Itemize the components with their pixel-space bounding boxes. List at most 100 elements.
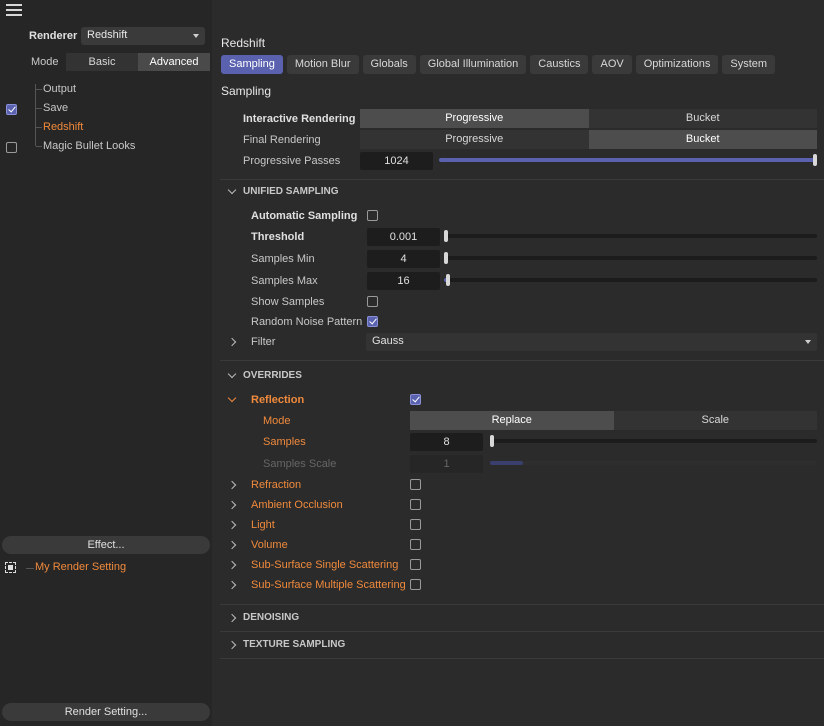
slider-handle[interactable] (446, 274, 450, 286)
final-progressive-button[interactable]: Progressive (360, 130, 589, 149)
volume-checkbox[interactable] (410, 539, 421, 550)
mode-basic-button[interactable]: Basic (66, 53, 138, 71)
texture-sampling-header[interactable]: TEXTURE SAMPLING (227, 639, 345, 650)
sss-multiple-checkbox[interactable] (410, 579, 421, 590)
reflection-checkbox[interactable] (410, 394, 421, 405)
tab-aov[interactable]: AOV (592, 55, 632, 74)
refraction-checkbox[interactable] (410, 479, 421, 490)
show-samples-checkbox[interactable] (367, 296, 378, 307)
mode-scale-button[interactable]: Scale (613, 411, 817, 430)
renderer-label: Renderer (29, 30, 78, 42)
reflection-mode-toggle: Replace Scale (410, 411, 817, 430)
progressive-passes-input[interactable]: 1024 (360, 152, 433, 170)
mode-replace-button[interactable]: Replace (410, 411, 614, 430)
tab-motion-blur[interactable]: Motion Blur (286, 55, 359, 74)
samples-min-row: Samples Min (251, 249, 315, 268)
ambient-occlusion-label: Ambient Occlusion (251, 498, 343, 511)
overrides-header[interactable]: OVERRIDES (227, 369, 302, 381)
ambient-occlusion-row[interactable]: Ambient Occlusion (227, 495, 343, 514)
slider-handle[interactable] (444, 252, 448, 264)
renderer-dropdown[interactable]: Redshift (81, 27, 205, 45)
filter-dropdown[interactable]: Gauss (366, 333, 817, 351)
samples-max-slider[interactable] (444, 274, 817, 286)
light-row[interactable]: Light (227, 515, 275, 534)
refraction-row[interactable]: Refraction (227, 475, 301, 494)
sss-single-row[interactable]: Sub-Surface Single Scattering (227, 555, 399, 574)
menu-icon[interactable] (6, 4, 22, 16)
chevron-right-icon (227, 640, 237, 649)
chevron-right-icon (227, 580, 237, 589)
magic-bullet-looks-checkbox[interactable] (6, 142, 17, 153)
automatic-sampling-checkbox[interactable] (367, 210, 378, 221)
chevron-down-icon (227, 185, 237, 195)
filter-value: Gauss (372, 335, 404, 347)
light-checkbox[interactable] (410, 519, 421, 530)
tree-item-label: Magic Bullet Looks (43, 140, 136, 152)
final-rendering-row: Final Rendering (243, 130, 321, 149)
filter-row[interactable]: Filter (227, 332, 276, 351)
reflection-samples-row: Samples (263, 432, 306, 451)
reflection-row[interactable]: Reflection (227, 390, 304, 409)
mode-label: Mode (31, 56, 59, 68)
divider (220, 631, 824, 632)
sss-single-checkbox[interactable] (410, 559, 421, 570)
final-rendering-label: Final Rendering (243, 133, 321, 146)
samples-min-slider[interactable] (444, 252, 817, 264)
threshold-input[interactable]: 0.001 (367, 228, 440, 246)
chevron-right-icon (227, 560, 237, 569)
chevron-right-icon (227, 520, 237, 529)
random-noise-checkbox[interactable] (367, 316, 378, 327)
mode-row: Mode Basic Advanced (31, 53, 210, 71)
renderer-row: Renderer Redshift (29, 27, 205, 45)
volume-row[interactable]: Volume (227, 535, 288, 554)
interactive-bucket-button[interactable]: Bucket (588, 109, 817, 128)
sss-single-label: Sub-Surface Single Scattering (251, 558, 399, 571)
effect-button[interactable]: Effect... (2, 536, 210, 554)
sss-multiple-row[interactable]: Sub-Surface Multiple Scattering (227, 575, 406, 594)
interactive-progressive-button[interactable]: Progressive (360, 109, 589, 128)
denoising-header[interactable]: DENOISING (227, 612, 299, 623)
render-setting-item[interactable]: My Render Setting (0, 559, 212, 578)
samples-min-label: Samples Min (251, 252, 315, 265)
slider-handle[interactable] (490, 435, 494, 447)
tree-item-magic-bullet-looks[interactable]: Magic Bullet Looks (0, 137, 212, 156)
interactive-rendering-toggle: Progressive Bucket (360, 109, 817, 128)
tree-item-save[interactable]: Save (0, 99, 212, 118)
tab-caustics[interactable]: Caustics (530, 55, 589, 74)
unified-sampling-header[interactable]: UNIFIED SAMPLING (227, 185, 339, 197)
render-setting-button[interactable]: Render Setting... (2, 703, 210, 721)
chevron-right-icon (227, 540, 237, 549)
tree-item-redshift[interactable]: Redshift (0, 118, 212, 137)
unified-sampling-title: UNIFIED SAMPLING (243, 186, 339, 197)
random-noise-label: Random Noise Pattern (251, 315, 363, 328)
final-rendering-toggle: Progressive Bucket (360, 130, 817, 149)
samples-min-input[interactable]: 4 (367, 250, 440, 268)
final-bucket-button[interactable]: Bucket (588, 130, 817, 149)
samples-scale-label: Samples Scale (263, 457, 337, 470)
threshold-slider[interactable] (444, 230, 817, 242)
chevron-right-icon (227, 500, 237, 509)
tab-sampling[interactable]: Sampling (221, 55, 283, 74)
samples-max-input[interactable]: 16 (367, 272, 440, 290)
progressive-passes-slider[interactable] (439, 154, 817, 166)
render-setting-name: My Render Setting (35, 561, 127, 573)
tab-optimizations[interactable]: Optimizations (635, 55, 719, 74)
chevron-down-icon (805, 340, 811, 344)
show-samples-row: Show Samples (251, 292, 324, 311)
mode-advanced-button[interactable]: Advanced (138, 53, 210, 71)
reflection-samples-slider[interactable] (490, 435, 817, 447)
slider-handle[interactable] (813, 154, 817, 166)
tab-system[interactable]: System (722, 55, 776, 74)
slider-handle[interactable] (444, 230, 448, 242)
tab-globals[interactable]: Globals (362, 55, 416, 74)
save-checkbox[interactable] (6, 104, 17, 115)
ambient-occlusion-checkbox[interactable] (410, 499, 421, 510)
chevron-right-icon (227, 480, 237, 489)
progressive-passes-label: Progressive Passes (243, 154, 341, 167)
reflection-samples-input[interactable]: 8 (410, 433, 483, 451)
filter-label: Filter (251, 335, 276, 348)
slider-fill (439, 158, 817, 162)
tree-item-output[interactable]: Output (0, 80, 212, 99)
divider (220, 360, 824, 361)
tab-global-illumination[interactable]: Global Illumination (419, 55, 527, 74)
